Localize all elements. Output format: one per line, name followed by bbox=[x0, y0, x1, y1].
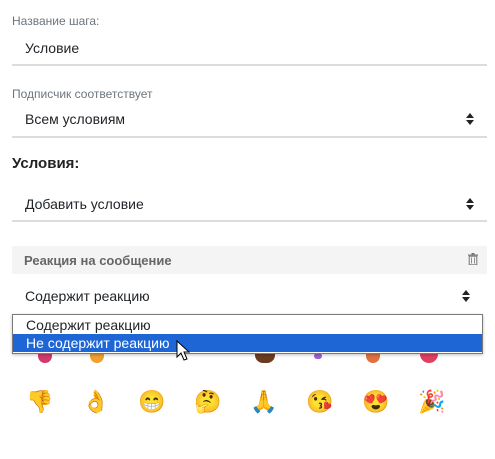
add-condition-select[interactable]: Добавить условие bbox=[25, 196, 144, 212]
thinking-emoji[interactable]: 🤔 bbox=[194, 389, 221, 415]
heart-eyes-emoji[interactable]: 😍 bbox=[362, 389, 389, 415]
reaction-options-dropdown[interactable]: Содержит реакцию Не содержит реакцию bbox=[12, 314, 483, 354]
emoji-partial[interactable] bbox=[420, 353, 438, 363]
reaction-card-header: Реакция на сообщение bbox=[12, 246, 487, 274]
select-arrows-icon bbox=[462, 290, 470, 302]
subscriber-match-underline bbox=[12, 136, 487, 138]
reaction-condition-select[interactable]: Содержит реакцию bbox=[25, 288, 150, 304]
emoji-partial[interactable] bbox=[255, 353, 275, 363]
select-arrows-icon bbox=[466, 198, 474, 210]
mouse-cursor-icon bbox=[176, 340, 190, 361]
dropdown-option-contains[interactable]: Содержит реакцию bbox=[13, 316, 482, 334]
folded-hands-emoji[interactable]: 🙏 bbox=[250, 389, 277, 415]
ok-hand-emoji[interactable]: 👌 bbox=[82, 389, 109, 415]
step-name-label: Название шага: bbox=[12, 14, 100, 28]
party-popper-emoji[interactable]: 🎉 bbox=[418, 389, 445, 415]
subscriber-match-select[interactable]: Всем условиям bbox=[25, 111, 125, 127]
conditions-heading: Условия: bbox=[12, 155, 80, 172]
reaction-card-title: Реакция на сообщение bbox=[24, 253, 172, 268]
thumbs-down-emoji[interactable]: 👎 bbox=[26, 389, 53, 415]
dropdown-option-not-contains[interactable]: Не содержит реакцию bbox=[13, 334, 482, 352]
step-name-underline bbox=[12, 64, 487, 66]
emoji-partial[interactable] bbox=[90, 353, 104, 363]
step-name-input[interactable]: Условие bbox=[25, 40, 79, 56]
grin-emoji[interactable]: 😁 bbox=[138, 389, 165, 415]
select-arrows-icon bbox=[466, 113, 474, 125]
emoji-partial[interactable] bbox=[366, 353, 380, 363]
emoji-partial[interactable] bbox=[38, 353, 52, 363]
emoji-reactions-row: 👎 👌 😁 🤔 🙏 😘 😍 🎉 bbox=[0, 389, 495, 419]
subscriber-match-label: Подписчик соответствует bbox=[12, 87, 153, 101]
kiss-emoji[interactable]: 😘 bbox=[306, 389, 333, 415]
trash-icon[interactable] bbox=[468, 253, 478, 265]
add-condition-underline bbox=[12, 220, 487, 222]
